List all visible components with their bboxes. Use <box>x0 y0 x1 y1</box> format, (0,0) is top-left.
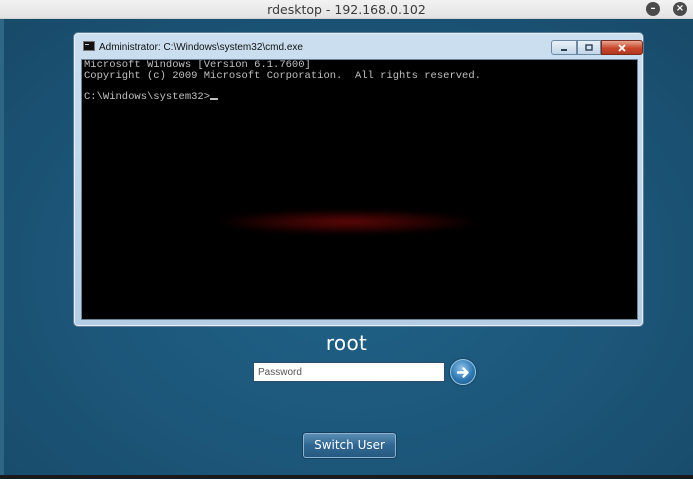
cmd-window-title: Administrator: C:\Windows\system32\cmd.e… <box>99 42 303 53</box>
minimize-icon <box>561 49 567 51</box>
cmd-close-button[interactable] <box>601 40 643 55</box>
cmd-maximize-button[interactable] <box>577 40 601 55</box>
username-label: root <box>325 331 368 355</box>
minimize-icon[interactable]: – <box>646 2 660 16</box>
close-icon[interactable]: × <box>673 2 687 16</box>
cmd-window[interactable]: Administrator: C:\Windows\system32\cmd.e… <box>73 32 644 327</box>
password-input[interactable] <box>253 362 445 382</box>
window-title: rdesktop - 192.168.0.102 <box>267 2 426 17</box>
text-cursor <box>210 97 219 100</box>
console-prompt: C:\Windows\system32> <box>84 90 211 103</box>
window-bottom-border <box>0 475 693 479</box>
console-output[interactable]: Microsoft Windows [Version 6.1.7600] Cop… <box>81 59 638 320</box>
login-submit-button[interactable] <box>450 359 476 385</box>
console-text: Microsoft Windows [Version 6.1.7600] Cop… <box>84 60 481 102</box>
cmd-minimize-button[interactable] <box>551 40 577 55</box>
cmd-window-titlebar: Administrator: C:\Windows\system32\cmd.e… <box>83 41 303 55</box>
close-icon <box>618 44 626 52</box>
arrow-right-icon <box>456 367 469 378</box>
redacted-region <box>222 210 472 234</box>
console-line: Copyright (c) 2009 Microsoft Corporation… <box>84 69 481 82</box>
window-titlebar: rdesktop - 192.168.0.102 – × <box>0 0 693 19</box>
maximize-icon <box>585 44 593 51</box>
cmd-icon <box>83 41 95 51</box>
switch-user-button[interactable]: Switch User <box>303 433 396 458</box>
